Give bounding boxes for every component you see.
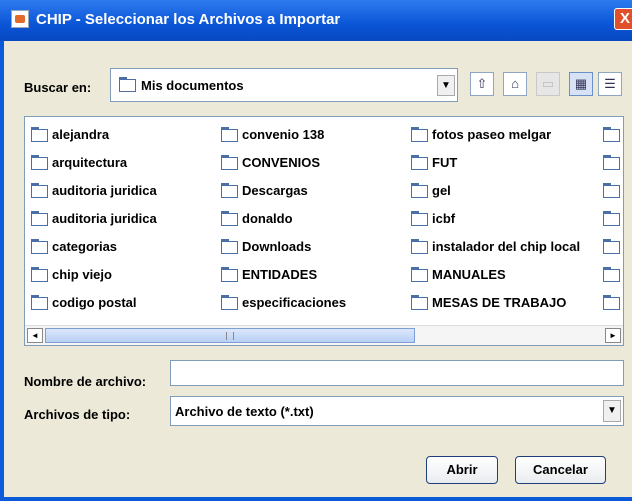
file-name: Descargas [242,183,308,198]
folder-icon [221,211,238,227]
file-name: chip viejo [52,267,112,282]
file-name: CONVENIOS [242,155,321,170]
folder-icon [411,239,428,255]
file-name: icbf [432,211,456,226]
filetype-value: Archivo de texto (*.txt) [175,404,314,419]
folder-icon [31,127,48,143]
list-item[interactable]: FUT [411,153,457,173]
list-item[interactable]: arquitectura [31,153,127,173]
list-view-button[interactable]: ▦ [569,72,593,96]
folder-icon [411,127,428,143]
cancel-button[interactable]: Cancelar [515,456,606,484]
folder-icon[interactable] [603,155,620,170]
folder-icon [411,267,428,283]
file-name: MANUALES [432,267,506,282]
grip-icon [226,332,234,340]
scroll-right-icon[interactable]: ► [605,328,621,343]
folder-icon [221,239,238,255]
list-item[interactable]: MESAS DE TRABAJO [411,293,566,313]
file-name: categorias [52,239,118,254]
list-item[interactable]: chip viejo [31,265,112,285]
list-item[interactable]: fotos paseo melgar [411,125,551,145]
list-item[interactable]: MANUALES [411,265,506,285]
folder-icon [221,183,238,199]
scrollbar-thumb[interactable] [45,328,415,343]
folder-icon[interactable] [603,183,620,198]
file-name: auditoria juridica [52,183,157,198]
file-name: auditoria juridica [52,211,157,226]
folder-icon [31,295,48,311]
folder-icon [31,183,48,199]
close-button[interactable]: X [614,8,632,30]
file-name: arquitectura [52,155,128,170]
list-item[interactable]: Descargas [221,181,308,201]
open-button[interactable]: Abrir [426,456,498,484]
folder-icon[interactable] [603,127,620,142]
folder-icon[interactable] [603,295,620,310]
list-item[interactable]: alejandra [31,125,109,145]
folder-icon[interactable] [603,211,620,226]
chevron-down-icon[interactable]: ▼ [437,75,455,96]
look-in-label: Buscar en: [24,80,92,95]
up-folder-button[interactable]: ⇧ [470,72,494,96]
filetype-combo[interactable]: Archivo de texto (*.txt) ▼ [170,396,624,426]
list-item[interactable]: icbf [411,209,455,229]
file-list[interactable]: alejandra arquitectura auditoria juridic… [24,116,624,346]
folder-icon [221,155,238,171]
file-name: gel [432,183,451,198]
list-item[interactable]: CONVENIOS [221,153,320,173]
folder-icon[interactable] [603,239,620,254]
folder-icon[interactable] [603,267,620,282]
list-item[interactable]: auditoria juridica [31,181,157,201]
folder-icon [221,295,238,311]
list-item[interactable]: especificaciones [221,293,346,313]
folder-icon [411,295,428,311]
filetype-label: Archivos de tipo: [24,407,131,422]
list-item[interactable]: categorias [31,237,117,257]
list-item[interactable]: gel [411,181,451,201]
new-folder-button[interactable]: ▭ [536,72,560,96]
file-name: instalador del chip local [432,239,581,254]
file-name: ENTIDADES [242,267,318,282]
list-item[interactable]: instalador del chip local [411,237,580,257]
folder-icon [31,155,48,171]
list-item[interactable]: Downloads [221,237,311,257]
folder-icon [119,77,136,92]
file-name: codigo postal [52,295,137,310]
file-name: Downloads [242,239,312,254]
scroll-left-icon[interactable]: ◄ [27,328,43,343]
folder-icon [411,155,428,171]
folder-icon [31,239,48,255]
details-view-button[interactable]: ☰ [598,72,622,96]
look-in-value: Mis documentos [141,78,244,93]
file-name: MESAS DE TRABAJO [432,295,567,310]
list-item[interactable]: donaldo [221,209,293,229]
filename-input[interactable] [170,360,624,386]
list-item[interactable]: auditoria juridica [31,209,157,229]
folder-icon [411,211,428,227]
file-name: convenio 138 [242,127,325,142]
folder-icon [31,211,48,227]
folder-icon [411,183,428,199]
home-button[interactable]: ⌂ [503,72,527,96]
file-name: fotos paseo melgar [432,127,552,142]
list-item[interactable]: convenio 138 [221,125,324,145]
window-title: CHIP - Seleccionar los Archivos a Import… [36,11,341,28]
file-name: alejandra [52,127,110,142]
title-bar[interactable]: CHIP - Seleccionar los Archivos a Import… [0,0,632,41]
folder-icon [31,267,48,283]
list-item[interactable]: ENTIDADES [221,265,317,285]
app-icon [11,10,29,28]
filename-label: Nombre de archivo: [24,374,147,389]
horizontal-scrollbar[interactable]: ◄ ► [25,325,623,345]
look-in-combo[interactable]: Mis documentos ▼ [110,68,458,102]
file-name: FUT [432,155,458,170]
file-name: especificaciones [242,295,347,310]
file-name: donaldo [242,211,293,226]
chevron-down-icon[interactable]: ▼ [603,400,621,422]
folder-icon [221,127,238,143]
folder-icon [221,267,238,283]
list-item[interactable]: codigo postal [31,293,137,313]
